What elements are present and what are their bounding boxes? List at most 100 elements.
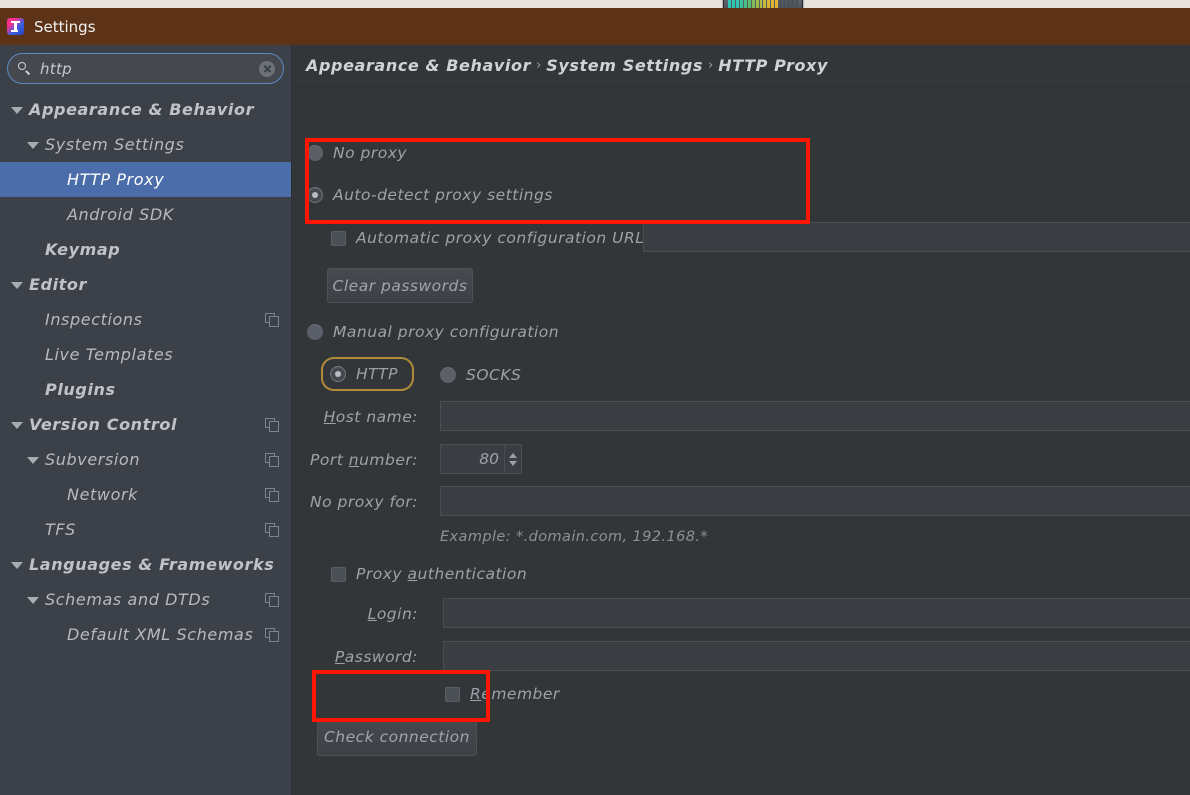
radio-indicator[interactable] xyxy=(307,145,323,161)
copy-icon[interactable] xyxy=(265,627,279,642)
checkbox-indicator[interactable] xyxy=(331,230,346,246)
host-name-input[interactable] xyxy=(440,401,1190,431)
sidebar-item-editor[interactable]: Editor xyxy=(0,267,291,302)
check-connection-button[interactable]: Check connection xyxy=(317,718,477,756)
copy-icon[interactable] xyxy=(265,522,279,537)
search-input[interactable]: http xyxy=(40,60,259,78)
sidebar-item-label: Android SDK xyxy=(67,205,174,224)
settings-search-box[interactable]: http xyxy=(7,53,284,84)
settings-tree: Appearance & Behavior System Settings HTTP… xyxy=(0,92,291,652)
sidebar-item-version-control[interactable]: Version Control xyxy=(0,407,291,442)
port-number-label: Port number: xyxy=(310,451,418,469)
copy-icon[interactable] xyxy=(265,417,279,432)
host-name-label: Host name: xyxy=(323,408,418,426)
sidebar-item-http-proxy[interactable]: HTTP Proxy xyxy=(0,162,291,197)
breadcrumb-item-2[interactable]: HTTP Proxy xyxy=(718,56,828,75)
sidebar-item-label: Inspections xyxy=(45,310,143,329)
radio-no-proxy[interactable]: No proxy xyxy=(307,144,407,162)
checkbox-indicator[interactable] xyxy=(445,686,460,702)
port-number-value[interactable]: 80 xyxy=(441,445,504,473)
chevron-down-icon[interactable] xyxy=(509,460,517,466)
no-proxy-for-input[interactable] xyxy=(440,486,1190,516)
sidebar-item-live-templates[interactable]: Live Templates xyxy=(0,337,291,372)
http-proxy-form: No proxy Auto-detect proxy settings Auto… xyxy=(293,87,1190,756)
remember-label: Remember xyxy=(470,685,560,703)
checkbox-automatic-proxy-configuration-url[interactable]: Automatic proxy configuration URL: xyxy=(331,229,650,247)
chevron-down-icon[interactable] xyxy=(10,418,23,431)
login-input[interactable] xyxy=(443,598,1190,628)
sidebar-item-schemas-and-dtds[interactable]: Schemas and DTDs xyxy=(0,582,291,617)
copy-icon[interactable] xyxy=(265,452,279,467)
sidebar-item-label: Default XML Schemas xyxy=(67,625,254,644)
checkbox-proxy-authentication[interactable]: Proxy authentication xyxy=(331,565,527,583)
no-proxy-example-text: Example: *.domain.com, 192.168.* xyxy=(440,529,708,545)
radio-auto-detect-label: Auto-detect proxy settings xyxy=(333,186,553,204)
sidebar-item-keymap[interactable]: Keymap xyxy=(0,232,291,267)
chevron-down-icon[interactable] xyxy=(26,138,39,151)
password-label: Password: xyxy=(334,648,418,666)
proxy-authentication-label: Proxy authentication xyxy=(356,565,528,583)
intellij-idea-logo-icon xyxy=(7,18,24,35)
sidebar-item-label: Keymap xyxy=(45,240,121,259)
radio-indicator[interactable] xyxy=(330,366,346,382)
radio-auto-detect-proxy[interactable]: Auto-detect proxy settings xyxy=(307,186,553,204)
sidebar-item-label: Subversion xyxy=(45,450,141,469)
clear-passwords-button[interactable]: Clear passwords xyxy=(327,268,473,303)
chevron-down-icon[interactable] xyxy=(10,558,23,571)
no-proxy-for-label: No proxy for: xyxy=(309,493,418,511)
sidebar-item-network[interactable]: Network xyxy=(0,477,291,512)
copy-icon[interactable] xyxy=(265,487,279,502)
automatic-proxy-url-input[interactable] xyxy=(643,222,1190,252)
sidebar-item-system-settings[interactable]: System Settings xyxy=(0,127,291,162)
spinner-buttons[interactable] xyxy=(504,445,521,473)
radio-protocol-http[interactable]: HTTP xyxy=(321,357,414,391)
radio-no-proxy-label: No proxy xyxy=(333,144,408,162)
chevron-down-icon[interactable] xyxy=(10,278,23,291)
sidebar-item-appearance-behavior[interactable]: Appearance & Behavior xyxy=(0,92,291,127)
copy-icon[interactable] xyxy=(265,592,279,607)
breadcrumb-item-1[interactable]: System Settings xyxy=(546,56,703,75)
sidebar-item-tfs[interactable]: TFS xyxy=(0,512,291,547)
chevron-right-icon: › xyxy=(536,58,542,73)
search-icon xyxy=(18,62,31,75)
sidebar-item-label: HTTP Proxy xyxy=(67,170,165,189)
chevron-up-icon[interactable] xyxy=(509,452,517,458)
chevron-down-icon[interactable] xyxy=(10,103,23,116)
radio-socks-label: SOCKS xyxy=(466,366,522,384)
copy-icon[interactable] xyxy=(265,312,279,327)
radio-indicator[interactable] xyxy=(440,367,456,383)
port-number-spinner[interactable]: 80 xyxy=(440,444,522,474)
sidebar-item-label: Editor xyxy=(29,275,87,294)
window-titlebar: Settings xyxy=(0,8,1190,45)
sidebar-item-languages-frameworks[interactable]: Languages & Frameworks xyxy=(0,547,291,582)
sidebar-item-label: Appearance & Behavior xyxy=(29,100,255,119)
sidebar-item-subversion[interactable]: Subversion xyxy=(0,442,291,477)
close-circle-icon[interactable] xyxy=(259,60,275,77)
chevron-down-icon[interactable] xyxy=(26,593,39,606)
breadcrumb-item-0[interactable]: Appearance & Behavior xyxy=(306,56,531,75)
radio-protocol-socks[interactable]: SOCKS xyxy=(440,366,521,384)
sidebar-item-label: Schemas and DTDs xyxy=(45,590,211,609)
radio-http-label: HTTP xyxy=(356,365,398,383)
chevron-down-icon[interactable] xyxy=(26,453,39,466)
sidebar-item-label: Version Control xyxy=(29,415,178,434)
settings-window: Settings http Appearance & Behavior Syste… xyxy=(0,0,1190,795)
radio-manual-proxy-configuration[interactable]: Manual proxy configuration xyxy=(307,323,559,341)
radio-indicator[interactable] xyxy=(307,187,323,203)
checkbox-remember[interactable]: Remember xyxy=(445,685,560,703)
sidebar-item-inspections[interactable]: Inspections xyxy=(0,302,291,337)
desktop-top-strip xyxy=(0,0,1190,8)
radio-indicator[interactable] xyxy=(307,324,323,340)
radio-manual-label: Manual proxy configuration xyxy=(333,323,560,341)
sidebar-item-default-xml-schemas[interactable]: Default XML Schemas xyxy=(0,617,291,652)
sidebar-item-plugins[interactable]: Plugins xyxy=(0,372,291,407)
sidebar-item-android-sdk[interactable]: Android SDK xyxy=(0,197,291,232)
password-input[interactable] xyxy=(443,641,1190,671)
checkbox-indicator[interactable] xyxy=(331,566,346,582)
